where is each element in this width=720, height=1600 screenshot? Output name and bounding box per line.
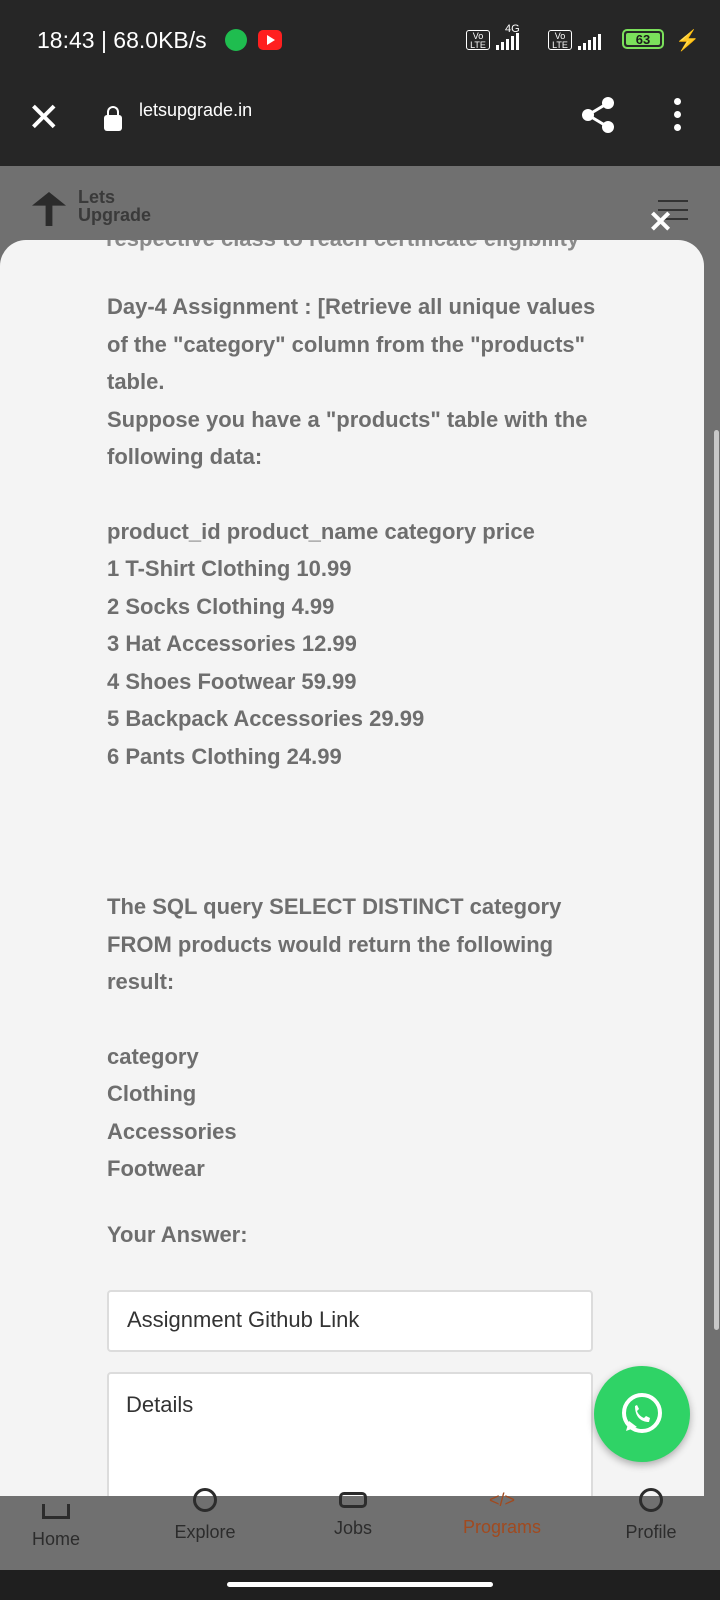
assignment-content: Day-4 Assignment : [Retrieve all unique … [107,288,607,1188]
lock-icon[interactable] [104,106,122,131]
github-link-input[interactable]: Assignment Github Link [107,1290,593,1352]
whatsapp-icon [622,1393,662,1433]
system-navigation-bar [0,1570,720,1600]
more-options-icon[interactable] [674,98,682,137]
battery-level: 63 [626,33,660,47]
briefcase-icon [339,1492,367,1508]
logo-text-lets: Lets [78,187,116,207]
volte-icon: Vo LTE [466,30,490,50]
table-line: product_id product_name category price [107,518,535,544]
share-icon[interactable] [580,96,616,134]
table-line: 6 Pants Clothing 24.99 [107,743,342,769]
code-icon: </> [488,1490,516,1510]
url-text[interactable]: letsupgrade.in [139,100,252,121]
nav-item-programs[interactable]: </> Programs [442,1490,562,1538]
result-line: Footwear [107,1156,205,1181]
site-logo[interactable]: Lets Upgrade [32,188,172,234]
assignment-modal: respective class to reach certificate el… [0,240,704,1520]
table-line: 5 Backpack Accessories 29.99 [107,706,425,731]
profile-icon [639,1488,663,1512]
nav-item-explore[interactable]: Explore [145,1488,265,1543]
status-time: 18:43 | 68.0KB/s [37,27,207,53]
assignment-title: Day-4 Assignment : [Retrieve all unique … [107,294,596,394]
query-text: The SQL query SELECT DISTINCT category F… [107,894,562,994]
nav-label-explore: Explore [174,1522,236,1542]
bottom-navigation: Home Explore Jobs </> Programs Profile [0,1488,720,1570]
answer-label: Your Answer: [107,1222,248,1247]
assignment-description: Suppose you have a "products" table with… [107,406,588,470]
nav-item-home[interactable]: Home [0,1496,116,1550]
logo-mark-icon [32,192,66,226]
volte-icon-2: Vo LTE [548,30,572,50]
result-line: Clothing [107,1081,197,1106]
battery-icon: 63 [622,29,664,49]
nav-item-profile[interactable]: Profile [591,1488,711,1543]
home-icon [42,1504,70,1519]
table-line: 2 Socks Clothing 4.99 [107,593,335,619]
nav-label-programs: Programs [462,1517,542,1537]
charging-icon: ⚡ [675,30,700,52]
status-bar: 18:43 | 68.0KB/s Vo LTE 4G Vo LTE 63 ⚡ [0,0,720,84]
whatsapp-chat-button[interactable] [594,1366,690,1462]
home-indicator[interactable] [227,1582,493,1587]
nav-label-profile: Profile [625,1522,677,1542]
logo-text-upgrade: Upgrade [78,205,152,225]
whatsapp-notification-icon [225,29,247,51]
scrollbar[interactable] [714,430,719,1330]
nav-label-home: Home [31,1529,80,1549]
close-tab-icon[interactable]: ✕ [27,98,61,138]
nav-label-jobs: Jobs [333,1518,373,1538]
signal-icon-2 [578,32,601,50]
signal-icon [496,32,519,50]
compass-icon [193,1488,217,1512]
result-line: category [107,1043,199,1069]
result-line: Accessories [107,1118,237,1144]
table-line: 1 T-Shirt Clothing 10.99 [107,556,352,581]
table-line: 4 Shoes Footwear 59.99 [107,668,357,694]
nav-item-jobs[interactable]: Jobs [293,1492,413,1539]
table-line: 3 Hat Accessories 12.99 [107,631,357,656]
youtube-notification-icon [258,30,282,50]
modal-close-icon[interactable]: ✕ [648,205,673,240]
clipped-text: respective class to reach certificate el… [106,240,579,252]
